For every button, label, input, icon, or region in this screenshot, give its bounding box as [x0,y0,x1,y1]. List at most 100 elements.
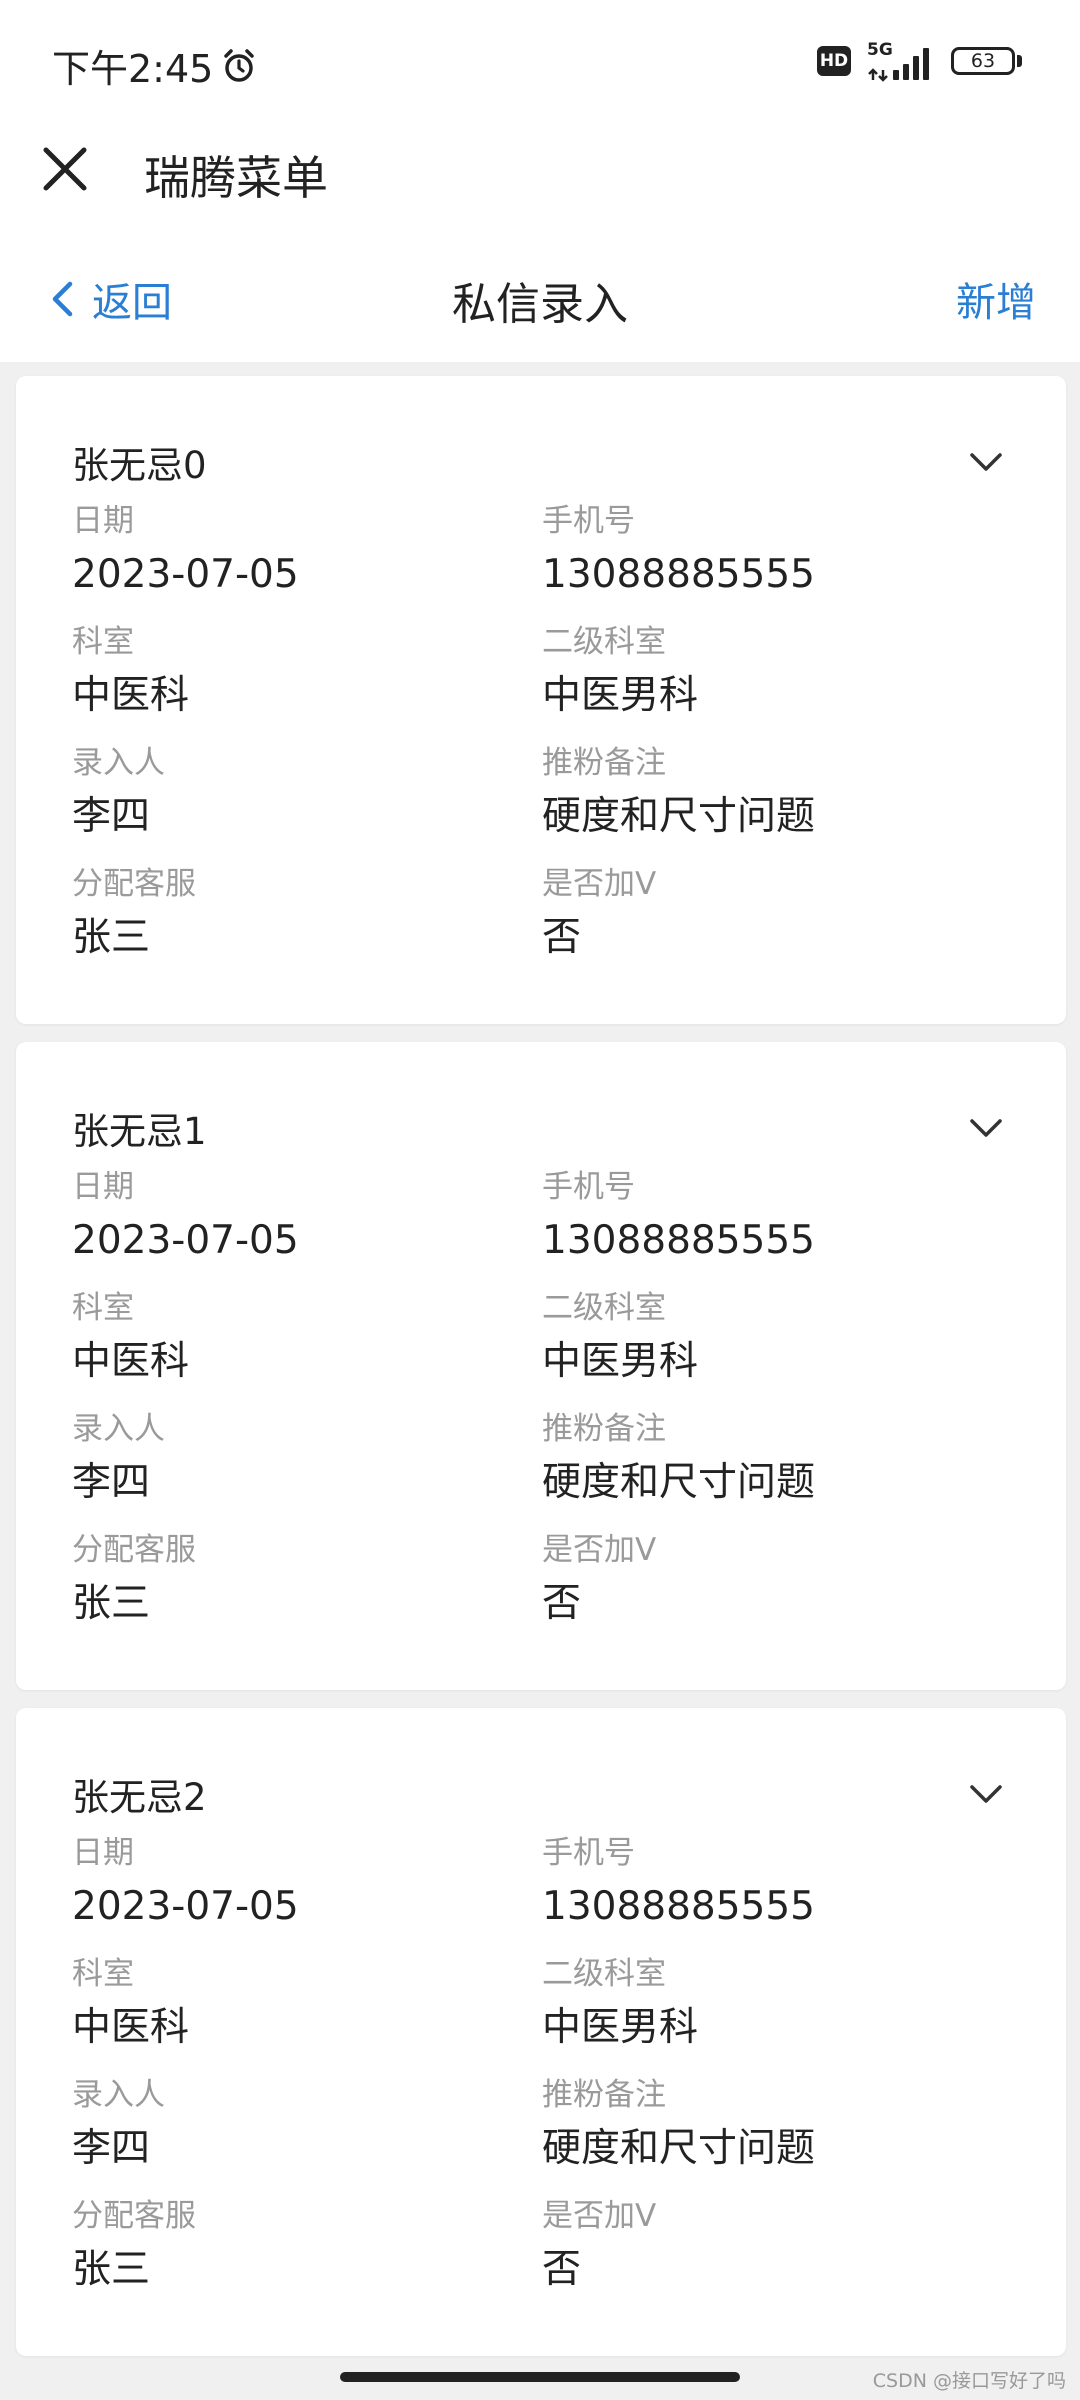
home-indicator[interactable] [340,2372,740,2382]
status-indicators: HD 5G 63 [817,40,1022,82]
field-label: 手机号 [542,1835,635,1871]
field-value: 中医科 [72,1339,190,1384]
field-label: 手机号 [542,1169,635,1205]
battery-icon: 63 [951,47,1022,75]
chevron-down-icon[interactable] [966,1774,1006,1814]
card-fields: 日期 2023-07-05 手机号 13088885555 科室 中医科 二级科… [72,1158,1010,1642]
field-sub-department: 二级科室 中医男科 [542,1279,1012,1400]
status-time: 下午2:45 [52,47,214,91]
field-note: 推粉备注 硬度和尺寸问题 [542,2066,1012,2187]
card-header[interactable]: 张无忌2 [72,1764,1010,1824]
app-header: 瑞腾菜单 [0,124,1080,240]
field-department: 科室 中医科 [72,1279,542,1400]
field-label: 是否加V [542,2198,657,2234]
watermark: CSDN @接口写好了吗 [872,2370,1066,2392]
field-value: 2023-07-05 [72,1884,299,1929]
field-label: 手机号 [542,503,635,539]
field-label: 推粉备注 [542,745,666,781]
status-time-group: 下午2:45 [52,38,257,93]
add-button[interactable]: 新增 [956,270,1036,328]
field-label: 推粉备注 [542,2077,666,2113]
card-name: 张无忌2 [72,1776,207,1819]
field-label: 二级科室 [542,624,666,660]
field-label: 录入人 [72,745,165,781]
field-value: 张三 [72,915,151,960]
field-label: 录入人 [72,2077,165,2113]
nav-bar: 返回 私信录入 新增 [0,240,1080,362]
field-phone: 手机号 13088885555 [542,1158,1012,1279]
field-value: 2023-07-05 [72,1218,299,1263]
field-sub-department: 二级科室 中医男科 [542,1945,1012,2066]
chevron-down-icon[interactable] [966,1108,1006,1148]
field-label: 分配客服 [72,2198,196,2234]
record-card[interactable]: 张无忌1 日期 2023-07-05 手机号 13088885555 科室 中医… [16,1042,1066,1690]
field-value: 硬度和尺寸问题 [542,2126,816,2171]
field-added-v: 是否加V 否 [542,1521,1012,1642]
field-value: 否 [542,1581,582,1626]
field-value: 中医科 [72,2005,190,2050]
field-value: 13088885555 [542,552,815,597]
hd-badge: HD [817,46,851,76]
field-value: 13088885555 [542,1884,815,1929]
field-phone: 手机号 13088885555 [542,492,1012,613]
field-entered-by: 录入人 李四 [72,734,542,855]
field-value: 中医男科 [542,673,699,718]
chevron-down-icon[interactable] [966,442,1006,482]
field-date: 日期 2023-07-05 [72,1824,542,1945]
field-value: 2023-07-05 [72,552,299,597]
card-header[interactable]: 张无忌1 [72,1098,1010,1158]
field-entered-by: 录入人 李四 [72,2066,542,2187]
battery-level: 63 [951,47,1015,75]
field-label: 科室 [72,1956,134,1992]
app-title: 瑞腾菜单 [144,151,328,205]
field-value: 否 [542,2247,582,2292]
field-department: 科室 中医科 [72,1945,542,2066]
card-name: 张无忌1 [72,1110,207,1153]
field-value: 张三 [72,1581,151,1626]
close-icon [43,147,87,191]
field-value: 硬度和尺寸问题 [542,794,816,839]
field-label: 日期 [72,503,134,539]
card-header[interactable]: 张无忌0 [72,432,1010,492]
field-label: 是否加V [542,866,657,902]
record-card[interactable]: 张无忌0 日期 2023-07-05 手机号 13088885555 科室 中医… [16,376,1066,1024]
alarm-icon [224,48,255,82]
field-note: 推粉备注 硬度和尺寸问题 [542,734,1012,855]
status-bar: 下午2:45 HD 5G 63 [0,0,1080,124]
field-label: 科室 [72,1290,134,1326]
close-button[interactable] [40,144,90,194]
field-label: 录入人 [72,1411,165,1447]
field-assigned-service: 分配客服 张三 [72,855,542,976]
field-value: 否 [542,915,582,960]
record-card[interactable]: 张无忌2 日期 2023-07-05 手机号 13088885555 科室 中医… [16,1708,1066,2356]
field-value: 李四 [72,794,151,839]
field-label: 日期 [72,1835,134,1871]
field-phone: 手机号 13088885555 [542,1824,1012,1945]
field-label: 分配客服 [72,1532,196,1568]
field-note: 推粉备注 硬度和尺寸问题 [542,1400,1012,1521]
field-value: 张三 [72,2247,151,2292]
field-label: 二级科室 [542,1290,666,1326]
card-fields: 日期 2023-07-05 手机号 13088885555 科室 中医科 二级科… [72,1824,1010,2308]
field-label: 是否加V [542,1532,657,1568]
page-title: 私信录入 [452,279,628,330]
record-list: 张无忌0 日期 2023-07-05 手机号 13088885555 科室 中医… [16,376,1066,2374]
field-added-v: 是否加V 否 [542,2187,1012,2308]
field-value: 中医男科 [542,1339,699,1384]
field-value: 硬度和尺寸问题 [542,1460,816,1505]
field-value: 李四 [72,1460,151,1505]
field-entered-by: 录入人 李四 [72,1400,542,1521]
field-department: 科室 中医科 [72,613,542,734]
field-assigned-service: 分配客服 张三 [72,2187,542,2308]
field-value: 中医男科 [542,2005,699,2050]
field-date: 日期 2023-07-05 [72,492,542,613]
field-added-v: 是否加V 否 [542,855,1012,976]
field-value: 13088885555 [542,1218,815,1263]
field-value: 中医科 [72,673,190,718]
signal-icon: 5G [865,40,937,82]
field-sub-department: 二级科室 中医男科 [542,613,1012,734]
field-value: 李四 [72,2126,151,2171]
field-label: 推粉备注 [542,1411,666,1447]
field-date: 日期 2023-07-05 [72,1158,542,1279]
field-label: 科室 [72,624,134,660]
